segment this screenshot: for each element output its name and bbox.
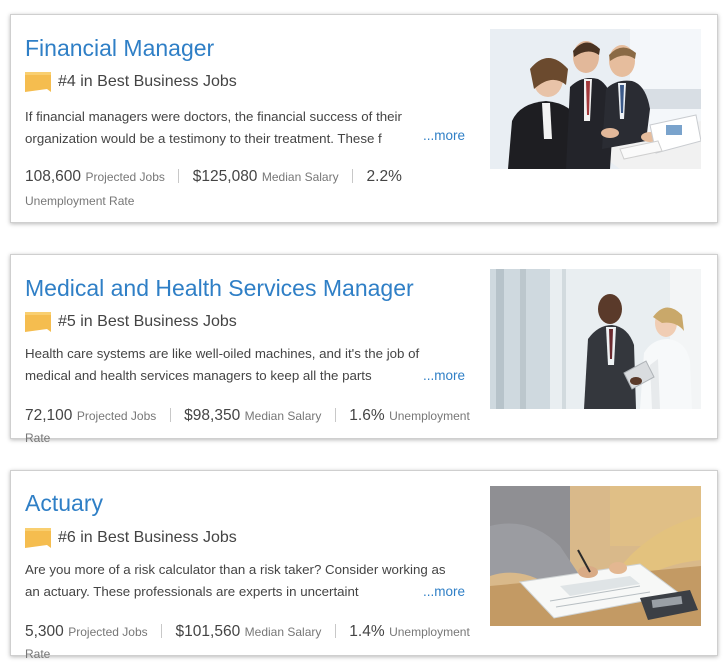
stat-divider	[334, 624, 336, 638]
projected-jobs-label: Projected Jobs	[76, 409, 157, 423]
description-line: an actuary. These professionals are expe…	[25, 581, 421, 603]
job-card: Actuary #6 in Best Business Jobs Are you…	[10, 470, 718, 661]
ribbon-badge-icon	[25, 72, 51, 92]
median-salary-label: Median Salary	[244, 625, 322, 639]
stat-divider	[161, 624, 163, 638]
rank-label: #4 in Best Business Jobs	[58, 73, 237, 90]
stat-divider	[169, 408, 171, 422]
projected-jobs-value: 108,600	[25, 168, 82, 185]
job-card: Financial Manager #4 in Best Business Jo…	[10, 14, 718, 223]
unemployment-rate-value: 1.4%	[349, 623, 385, 640]
description-line: If financial managers were doctors, the …	[25, 109, 402, 124]
projected-jobs-value: 72,100	[25, 407, 73, 424]
job-title-link[interactable]: Financial Manager	[25, 33, 214, 63]
ribbon-badge-icon	[25, 528, 51, 548]
job-photo-paperwork-signing[interactable]	[490, 486, 701, 626]
job-title-link[interactable]: Medical and Health Services Manager	[25, 273, 414, 303]
unemployment-rate-value: 2.2%	[366, 168, 402, 185]
rank-label: #6 in Best Business Jobs	[58, 529, 237, 546]
median-salary-label: Median Salary	[261, 170, 339, 184]
stat-divider	[352, 169, 354, 183]
ribbon-badge-icon	[25, 312, 51, 332]
more-link[interactable]: ...more	[423, 128, 465, 143]
more-link[interactable]: ...more	[423, 584, 465, 599]
job-rank: #5 in Best Business Jobs	[25, 309, 237, 335]
description-line: medical and health services managers to …	[25, 365, 421, 387]
median-salary-label: Median Salary	[244, 409, 322, 423]
projected-jobs-value: 5,300	[25, 623, 64, 640]
projected-jobs-label: Projected Jobs	[85, 170, 165, 184]
job-stats: 108,600 Projected Jobs $125,080 Median S…	[25, 166, 495, 212]
unemployment-rate-value: 1.6%	[349, 407, 385, 424]
more-link[interactable]: ...more	[423, 368, 465, 383]
job-description: Are you more of a risk calculator than a…	[25, 559, 469, 603]
description-line: Are you more of a risk calculator than a…	[25, 562, 446, 577]
median-salary-value: $98,350	[184, 407, 241, 424]
job-stats: 72,100 Projected Jobs $98,350 Median Sal…	[25, 405, 495, 449]
job-card: Medical and Health Services Manager #5 i…	[10, 254, 718, 445]
job-rank: #4 in Best Business Jobs	[25, 69, 237, 95]
stat-divider	[334, 408, 336, 422]
stat-divider	[178, 169, 180, 183]
job-photo-business-meeting[interactable]	[490, 29, 701, 169]
median-salary-value: $101,560	[175, 623, 241, 640]
description-line: organization would be a testimony to the…	[25, 128, 421, 150]
job-title-link[interactable]: Actuary	[25, 488, 103, 518]
description-line: Health care systems are like well-oiled …	[25, 346, 420, 361]
job-description: If financial managers were doctors, the …	[25, 106, 469, 150]
rank-label: #5 in Best Business Jobs	[58, 313, 237, 330]
job-rank: #6 in Best Business Jobs	[25, 525, 237, 551]
median-salary-value: $125,080	[192, 168, 258, 185]
unemployment-rate-label: Unemployment Rate	[25, 194, 135, 208]
job-description: Health care systems are like well-oiled …	[25, 343, 469, 387]
job-stats: 5,300 Projected Jobs $101,560 Median Sal…	[25, 621, 495, 665]
job-photo-hospital-consultation[interactable]	[490, 269, 701, 409]
projected-jobs-label: Projected Jobs	[68, 625, 148, 639]
